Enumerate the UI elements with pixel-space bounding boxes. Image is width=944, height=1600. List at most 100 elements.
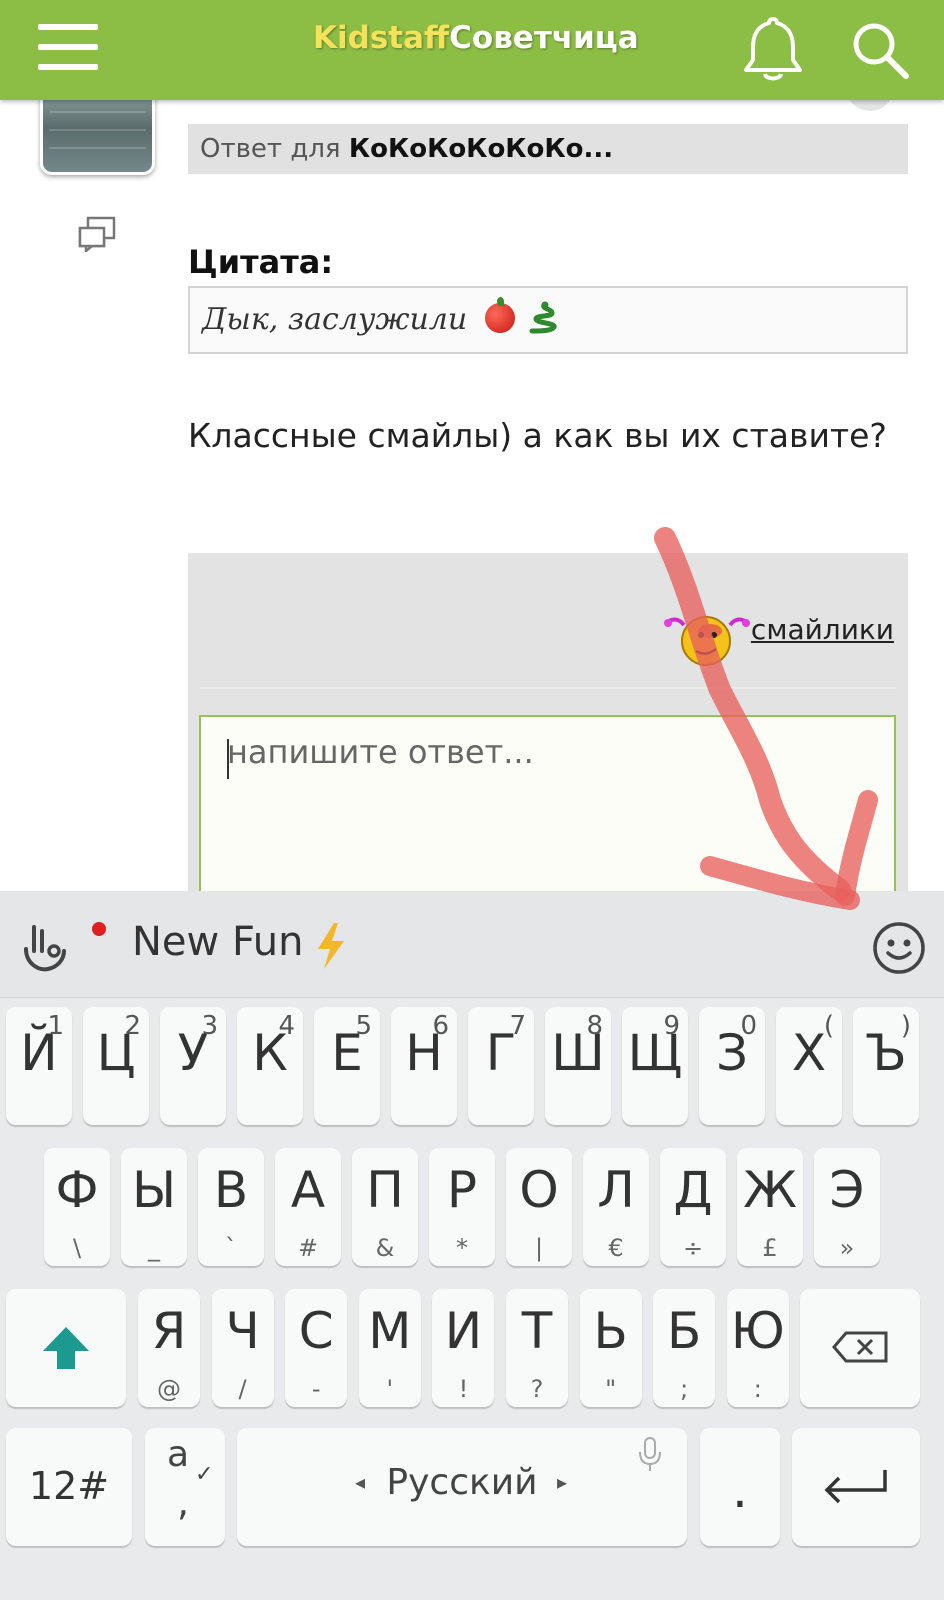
key-row2-2[interactable]: Ы _ — [121, 1148, 187, 1266]
enter-arrow-icon — [824, 1470, 887, 1504]
key-secondary-symbol: ' — [386, 1375, 394, 1403]
key-secondary-symbol: 6 — [432, 1011, 449, 1041]
site-logo[interactable]: KidstaffСоветчица — [313, 20, 639, 56]
key-row1-12[interactable]: Ъ) — [853, 1007, 919, 1125]
right-arrow-icon: ▸ — [557, 1470, 568, 1494]
reply-panel: смайлики напишите ответ... — [188, 553, 908, 915]
key-letter: Ы — [131, 1161, 177, 1219]
snake-emoji-icon — [529, 301, 557, 334]
key-letter: В — [213, 1161, 249, 1219]
key-row2-3[interactable]: В ` — [198, 1148, 264, 1266]
quote-title: Цитата: — [188, 243, 334, 281]
language-key[interactable]: а ✓ , — [145, 1428, 225, 1546]
key-secondary-symbol: _ — [148, 1234, 160, 1262]
reply-textarea[interactable]: напишите ответ... — [199, 715, 896, 915]
key-secondary-symbol: ( — [823, 1011, 834, 1041]
key-secondary-symbol: € — [608, 1234, 624, 1262]
shift-arrow-icon — [43, 1327, 89, 1369]
key-secondary-symbol: 7 — [509, 1011, 526, 1041]
key-row3-2[interactable]: Ч / — [211, 1289, 274, 1407]
key-secondary-symbol: # — [297, 1234, 319, 1262]
key-letter: О — [519, 1161, 559, 1219]
comma-label: , — [177, 1480, 190, 1524]
reply-to-bar[interactable]: Ответ для КоКоКоКоКоКо... — [188, 124, 908, 174]
key-row3-5[interactable]: И! — [432, 1289, 495, 1407]
reply-thread-icon[interactable] — [78, 216, 116, 252]
key-row2-9[interactable]: Д ÷ — [660, 1148, 726, 1266]
key-row2-1[interactable]: Ф \ — [44, 1148, 110, 1266]
smileys-link[interactable]: смайлики — [751, 613, 894, 646]
reply-placeholder: напишите ответ... — [227, 733, 534, 771]
key-row3-7[interactable]: Ь " — [579, 1289, 642, 1407]
key-row1-10[interactable]: З0 — [699, 1007, 765, 1125]
key-secondary-symbol: * — [456, 1234, 468, 1262]
period-key[interactable]: . — [700, 1428, 780, 1546]
apple-emoji-icon — [484, 297, 515, 333]
menu-button[interactable] — [38, 24, 98, 70]
key-letter: Ь — [593, 1302, 628, 1360]
enter-key[interactable] — [792, 1428, 920, 1546]
key-row1-2[interactable]: Ц2 — [83, 1007, 149, 1125]
space-key-label: Русский — [386, 1462, 538, 1503]
emoji-keyboard-icon[interactable] — [872, 921, 926, 975]
key-secondary-symbol: ) — [900, 1011, 911, 1041]
key-secondary-symbol: 8 — [586, 1011, 603, 1041]
key-row3-4[interactable]: М ' — [358, 1289, 421, 1407]
search-icon[interactable] — [848, 18, 912, 82]
key-letter: Д — [673, 1161, 713, 1219]
key-row1-8[interactable]: Ш8 — [545, 1007, 611, 1125]
key-secondary-symbol: " — [605, 1375, 617, 1403]
key-row2-6[interactable]: Р * — [429, 1148, 495, 1266]
panel-divider — [200, 687, 896, 689]
language-key-letter: а — [167, 1434, 190, 1475]
reply-to-name[interactable]: КоКоКоКоКоКо... — [349, 134, 613, 164]
key-row1-3[interactable]: У3 — [160, 1007, 226, 1125]
key-row3-6[interactable]: Т? — [506, 1289, 568, 1407]
key-letter: Б — [667, 1302, 702, 1360]
microphone-icon[interactable] — [637, 1436, 663, 1474]
quote-text: Дык, заслужили — [202, 302, 468, 337]
backspace-key[interactable] — [800, 1289, 920, 1407]
key-letter: Ч — [225, 1302, 260, 1360]
key-letter: Я — [151, 1302, 187, 1360]
notifications-bell-icon[interactable] — [740, 14, 806, 84]
key-secondary-symbol: 2 — [124, 1011, 141, 1041]
touchpal-hand-icon[interactable] — [20, 921, 72, 973]
quote-box: Дык, заслужили — [188, 286, 908, 354]
key-secondary-symbol: & — [375, 1234, 395, 1262]
key-letter: И — [444, 1302, 483, 1360]
key-row2-5[interactable]: П & — [352, 1148, 418, 1266]
key-row2-10[interactable]: Ж £ — [737, 1148, 803, 1266]
key-secondary-symbol: : — [753, 1375, 762, 1403]
key-row2-8[interactable]: Л € — [583, 1148, 649, 1266]
space-key[interactable]: ◂ Русский ▸ — [237, 1428, 687, 1546]
emoticon-face-icon[interactable] — [662, 603, 752, 667]
key-row1-1[interactable]: Й1 — [6, 1007, 72, 1125]
shift-key[interactable] — [6, 1289, 126, 1407]
key-row2-4[interactable]: А # — [275, 1148, 341, 1266]
key-row3-8[interactable]: Б; — [653, 1289, 716, 1407]
key-letter: Л — [597, 1161, 635, 1219]
key-secondary-symbol: 0 — [740, 1011, 757, 1041]
app-header: KidstaffСоветчица — [0, 0, 944, 100]
key-row1-11[interactable]: Х( — [776, 1007, 842, 1125]
numbers-key[interactable]: 12# — [6, 1428, 132, 1546]
key-letter: Ф — [55, 1161, 99, 1219]
key-row1-5[interactable]: Е5 — [314, 1007, 380, 1125]
key-row1-6[interactable]: Н6 — [391, 1007, 457, 1125]
key-row1-9[interactable]: Щ9 — [622, 1007, 688, 1125]
key-row1-7[interactable]: Г7 — [468, 1007, 534, 1125]
keyboard-suggestion[interactable]: New Fun — [132, 919, 303, 965]
key-row3-9[interactable]: Ю: — [726, 1289, 789, 1407]
keyboard-toolbar: New Fun — [0, 891, 944, 998]
key-letter: М — [368, 1302, 412, 1360]
check-mark-icon: ✓ — [195, 1462, 214, 1487]
key-row2-7[interactable]: О | — [506, 1148, 572, 1266]
lightning-icon — [318, 923, 344, 969]
key-secondary-symbol: ? — [530, 1375, 544, 1403]
post-message: Классные смайлы) а как вы их ставите? — [188, 416, 887, 455]
key-row2-11[interactable]: Э» — [814, 1148, 880, 1266]
key-row3-1[interactable]: Я @ — [138, 1289, 200, 1407]
key-row3-3[interactable]: С- — [285, 1289, 348, 1407]
key-row1-4[interactable]: К4 — [237, 1007, 303, 1125]
